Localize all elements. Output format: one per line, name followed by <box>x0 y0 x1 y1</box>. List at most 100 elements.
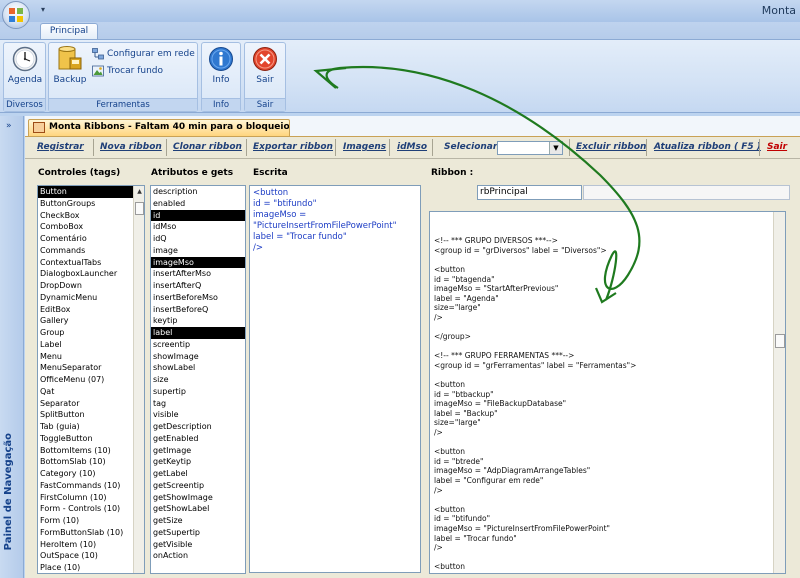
atributos-list-item[interactable]: keytip <box>151 315 245 327</box>
controles-listbox[interactable]: ▲ Button ButtonGroups CheckBox ComboBox Come… <box>37 185 145 574</box>
excluir-ribbon-link[interactable]: Excluir ribbon <box>576 142 646 152</box>
atributos-list-item[interactable]: getImage <box>151 445 245 457</box>
controles-list-item[interactable]: HeroItem (10) <box>38 539 133 551</box>
controles-list-item[interactable]: FastCommands (10) <box>38 480 133 492</box>
atributos-list-item[interactable]: enabled <box>151 198 245 210</box>
exportar-ribbon-link[interactable]: Exportar ribbon <box>253 142 333 152</box>
sair-button[interactable]: Sair <box>247 46 283 85</box>
controles-list-item[interactable]: Form - Controls (10) <box>38 503 133 515</box>
backup-button[interactable]: Backup <box>51 46 89 85</box>
controles-list-item[interactable]: SplitButton <box>38 409 133 421</box>
atributos-list-item[interactable]: getEnabled <box>151 433 245 445</box>
office-button[interactable] <box>2 1 30 29</box>
atributos-list-item[interactable]: getShowImage <box>151 492 245 504</box>
controles-list-item[interactable]: Separator <box>38 398 133 410</box>
controles-list-item[interactable]: Button <box>38 186 133 198</box>
agenda-button[interactable]: Agenda <box>6 46 44 85</box>
sair-link[interactable]: Sair <box>767 142 787 152</box>
atributos-list-item[interactable]: insertAfterMso <box>151 268 245 280</box>
controles-list-item[interactable]: DropDown <box>38 280 133 292</box>
chevron-down-icon[interactable]: ▼ <box>549 142 562 154</box>
nav-pane-label[interactable]: Painel de Navegação <box>3 433 14 550</box>
idmso-link[interactable]: idMso <box>397 142 427 152</box>
controles-list-item[interactable]: DialogboxLauncher <box>38 268 133 280</box>
atributos-list-item[interactable]: label <box>151 327 245 339</box>
atributos-list-item[interactable]: idMso <box>151 221 245 233</box>
escrita-textarea[interactable]: <button id = "btifundo" imageMso = "Picture… <box>249 185 421 573</box>
quick-access-dropdown-icon[interactable]: ▾ <box>41 5 45 14</box>
controles-list-item[interactable]: ToggleButton <box>38 433 133 445</box>
atributos-list-item[interactable]: idQ <box>151 233 245 245</box>
controles-list-item[interactable]: OutSpace (10) <box>38 550 133 562</box>
controles-list-item[interactable]: ComboBox <box>38 221 133 233</box>
controles-list-item[interactable]: Menu <box>38 351 133 363</box>
scroll-thumb[interactable] <box>135 202 144 215</box>
scroll-thumb[interactable] <box>775 334 785 348</box>
atributos-list-item[interactable]: getScreentip <box>151 480 245 492</box>
atributos-list-item[interactable]: getShowLabel <box>151 503 245 515</box>
atributos-list-item[interactable]: getSize <box>151 515 245 527</box>
atributos-list-item[interactable]: getLabel <box>151 468 245 480</box>
ribbon-xml-scrollbar[interactable] <box>773 212 785 573</box>
controles-list-item[interactable]: Gallery <box>38 315 133 327</box>
atributos-list-item[interactable]: insertBeforeMso <box>151 292 245 304</box>
atributos-list-item[interactable]: imageMso <box>151 256 245 269</box>
atualiza-ribbon-link[interactable]: Atualiza ribbon ( F5 ) <box>654 142 761 152</box>
atributos-list-item[interactable]: tag <box>151 398 245 410</box>
controles-scrollbar[interactable]: ▲ <box>133 186 144 573</box>
atributos-list-item[interactable]: screentip <box>151 339 245 351</box>
scroll-up-icon[interactable]: ▲ <box>135 187 144 196</box>
controles-list-item[interactable]: Form (10) <box>38 515 133 527</box>
controles-list-item[interactable]: Place (10) <box>38 562 133 573</box>
configurar-em-rede-button[interactable]: Configurar em rede <box>92 48 195 60</box>
controles-list-item[interactable]: CheckBox <box>38 210 133 222</box>
atributos-list-item[interactable]: getVisible <box>151 539 245 551</box>
atributos-list-item[interactable]: onAction <box>151 550 245 562</box>
controles-list-item[interactable]: Comentário <box>38 233 133 245</box>
atributos-list-item[interactable]: getKeytip <box>151 456 245 468</box>
form-tab[interactable]: Monta Ribbons - Faltam 40 min para o blo… <box>28 119 290 136</box>
controles-list-item[interactable]: FirstColumn (10) <box>38 492 133 504</box>
controles-list-item[interactable]: ContextualTabs <box>38 257 133 269</box>
tab-principal[interactable]: Principal <box>40 23 98 40</box>
ribbon-extra-field[interactable] <box>583 185 790 200</box>
controles-list-item[interactable]: Category (10) <box>38 468 133 480</box>
clonar-ribbon-link[interactable]: Clonar ribbon <box>173 142 242 152</box>
ribbon-name-field[interactable]: rbPrincipal <box>477 185 582 200</box>
backup-button-label: Backup <box>53 75 87 85</box>
atributos-list-item[interactable]: visible <box>151 409 245 421</box>
trocar-fundo-button[interactable]: Trocar fundo <box>92 65 163 77</box>
nav-pane-expand-icon[interactable]: » <box>6 121 12 131</box>
atributos-list-item[interactable]: image <box>151 245 245 257</box>
atributos-list-item[interactable]: supertip <box>151 386 245 398</box>
atributos-list-item[interactable]: getSupertip <box>151 527 245 539</box>
controles-list-item[interactable]: FormButtonSlab (10) <box>38 527 133 539</box>
controles-list-item[interactable]: Commands <box>38 245 133 257</box>
atributos-list-item[interactable]: description <box>151 186 245 198</box>
controles-list-item[interactable]: Tab (guia) <box>38 421 133 433</box>
ribbon-xml-textarea[interactable]: <!-- *** GRUPO DIVERSOS ***--> <group id … <box>429 211 786 574</box>
atributos-list-item[interactable]: insertAfterQ <box>151 280 245 292</box>
controles-list-item[interactable]: EditBox <box>38 304 133 316</box>
controles-list-item[interactable]: Group <box>38 327 133 339</box>
controles-list-item[interactable]: MenuSeparator <box>38 362 133 374</box>
atributos-list-item[interactable]: size <box>151 374 245 386</box>
atributos-listbox[interactable]: description enabled id idMso idQ image imageMs… <box>150 185 246 574</box>
atributos-list-item[interactable]: insertBeforeQ <box>151 304 245 316</box>
registrar-link[interactable]: Registrar <box>37 142 84 152</box>
atributos-list-item[interactable]: getDescription <box>151 421 245 433</box>
atributos-list-item[interactable]: showLabel <box>151 362 245 374</box>
controles-list-item[interactable]: DynamicMenu <box>38 292 133 304</box>
controles-list-item[interactable]: Qat <box>38 386 133 398</box>
atributos-list-item[interactable]: showImage <box>151 351 245 363</box>
nova-ribbon-link[interactable]: Nova ribbon <box>100 142 162 152</box>
selecionar-combobox[interactable]: ▼ <box>497 141 563 155</box>
atributos-list-item[interactable]: id <box>151 209 245 222</box>
controles-list-item[interactable]: BottomSlab (10) <box>38 456 133 468</box>
controles-list-item[interactable]: BottomItems (10) <box>38 445 133 457</box>
imagens-link[interactable]: Imagens <box>343 142 386 152</box>
info-button[interactable]: Info <box>203 46 239 85</box>
controles-list-item[interactable]: ButtonGroups <box>38 198 133 210</box>
controles-list-item[interactable]: OfficeMenu (07) <box>38 374 133 386</box>
controles-list-item[interactable]: Label <box>38 339 133 351</box>
